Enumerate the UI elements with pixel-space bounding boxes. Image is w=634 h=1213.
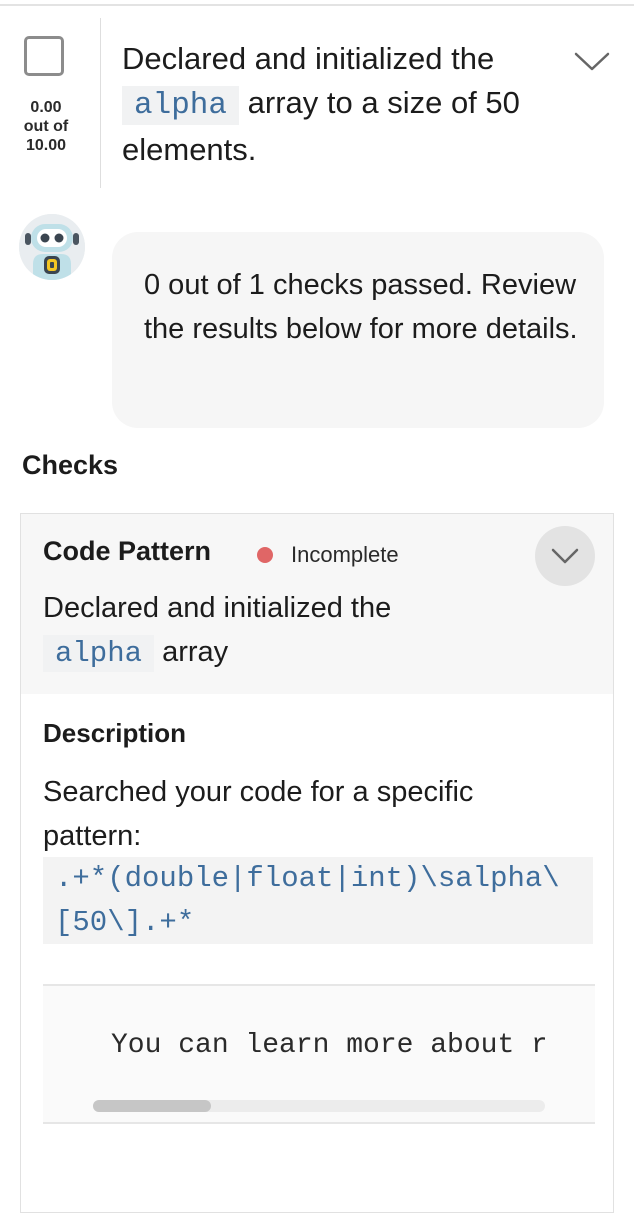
score-out-of: out of	[23, 118, 69, 135]
rubric-title-code: alpha	[122, 86, 240, 125]
status-label: Incomplete	[291, 542, 399, 567]
status-dot	[257, 547, 273, 563]
score-max: 10.00	[25, 137, 67, 154]
learn-more-scroll-box[interactable]: You can learn more about regular express…	[43, 986, 595, 1122]
scrollbar-thumb[interactable]	[93, 1100, 211, 1112]
chevron-down-icon	[551, 548, 579, 564]
rubric-title: Declared and initialized the alpha array…	[122, 37, 562, 172]
divider-bottom	[43, 1122, 595, 1124]
check-type: Code Pattern	[43, 536, 212, 566]
description-heading: Description	[43, 718, 187, 748]
rubric-divider	[100, 18, 101, 188]
learn-more-clip: You can learn more about regular express…	[43, 986, 545, 1086]
robot-icon	[19, 214, 85, 280]
pattern-code-block: .+*(double|float|int)\salpha\[50\].+*	[43, 857, 593, 944]
check-title: Declared and initialized the alpha array	[43, 586, 523, 676]
horizontal-scrollbar[interactable]	[93, 1100, 545, 1112]
score-value: 0.00	[30, 99, 62, 116]
score-display: 0.00 out of 10.00	[10, 98, 82, 155]
bot-message-text: 0 out of 1 checks passed. Review the res…	[144, 269, 578, 345]
check-title-code: alpha	[43, 635, 155, 672]
expand-check-button[interactable]	[535, 526, 595, 586]
top-divider	[0, 4, 634, 6]
rubric-checkbox[interactable]	[24, 36, 64, 76]
check-card-header: Code Pattern Incomplete Declared and ini…	[21, 514, 613, 694]
check-title-suffix: array	[162, 636, 229, 668]
bot-message-bubble: 0 out of 1 checks passed. Review the res…	[112, 232, 604, 428]
description-text: Searched your code for a specific patter…	[43, 776, 474, 852]
chevron-down-icon[interactable]	[572, 44, 612, 78]
learn-more-text: You can learn more about regular express…	[111, 1030, 545, 1061]
rubric-title-prefix: Declared and initialized the	[122, 41, 495, 76]
check-title-prefix: Declared and initialized the	[43, 592, 392, 624]
check-card: Code Pattern Incomplete Declared and ini…	[20, 513, 614, 1213]
checks-heading: Checks	[22, 450, 119, 480]
